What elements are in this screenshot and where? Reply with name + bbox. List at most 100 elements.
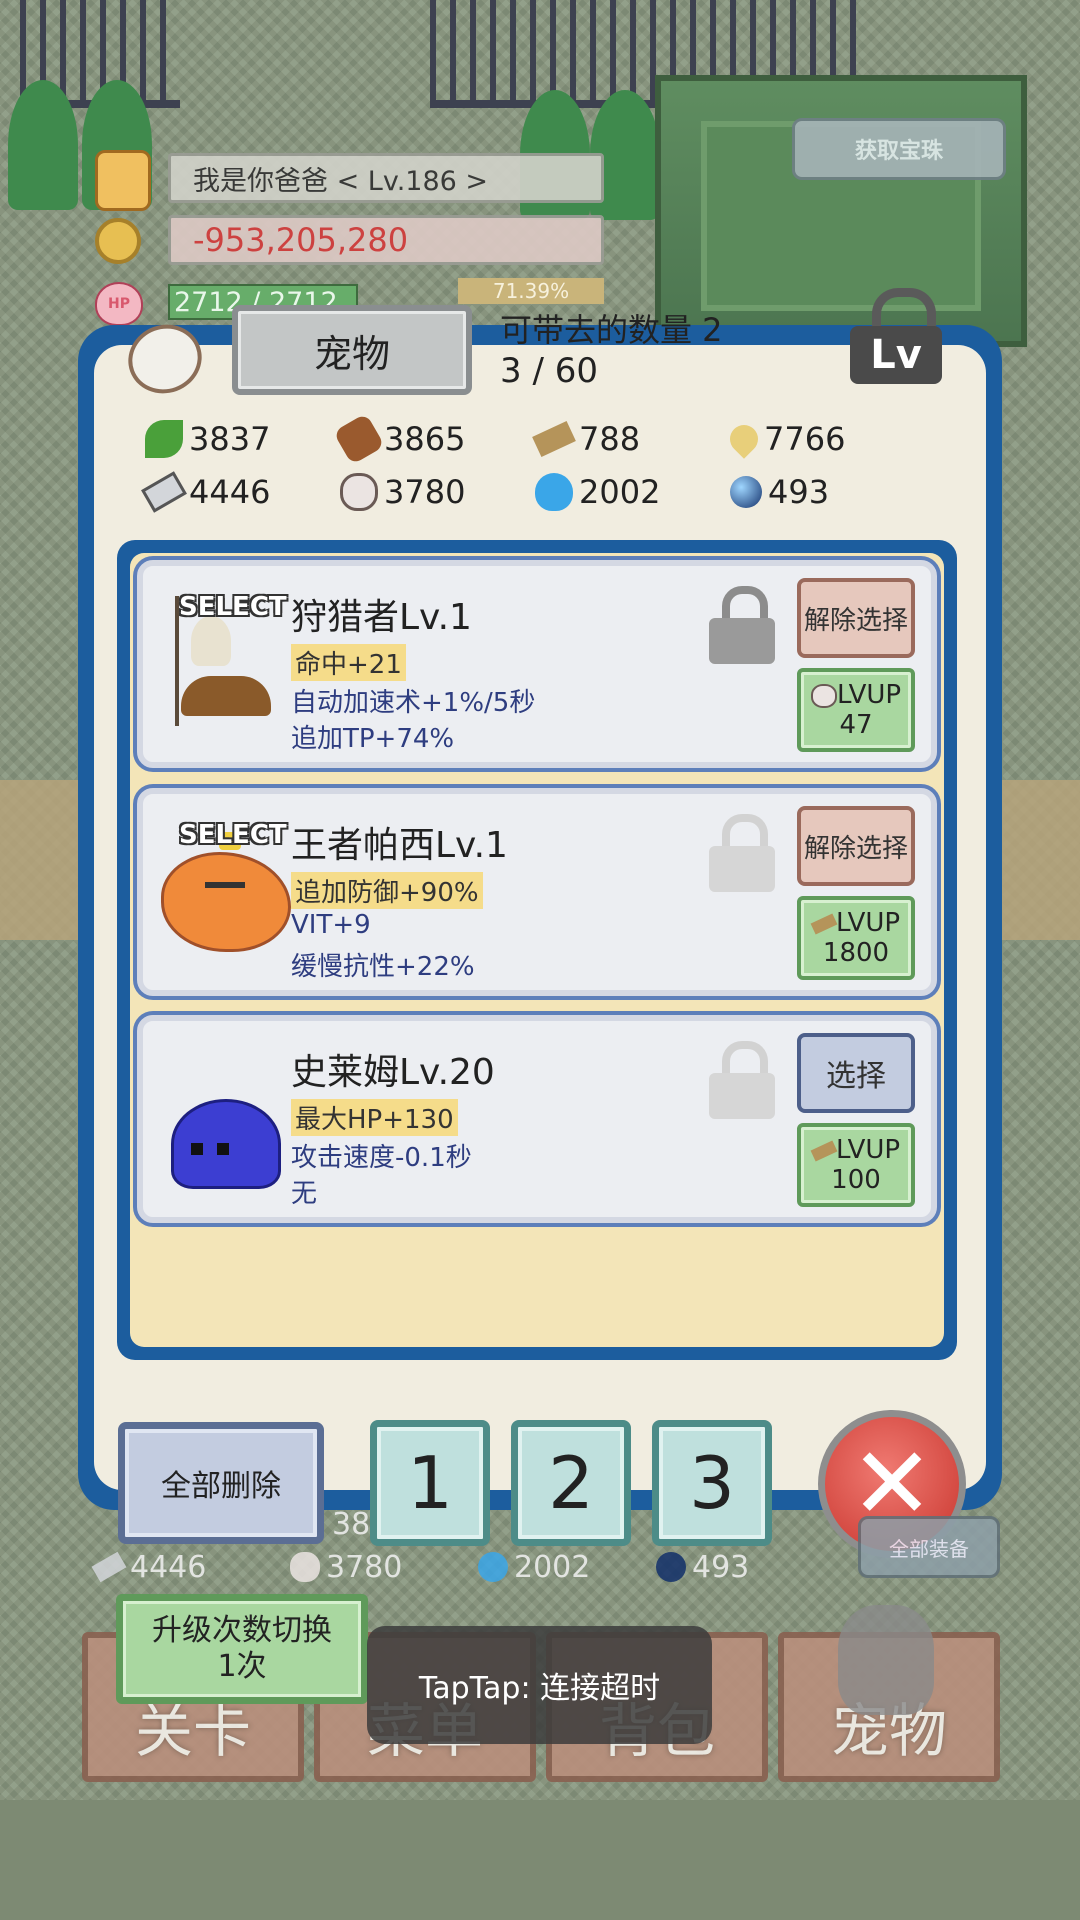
get-gem-button[interactable]: 获取宝珠 <box>792 118 1006 180</box>
drop-icon <box>724 419 764 459</box>
lvup-button[interactable]: LVUP 100 <box>797 1123 915 1207</box>
deselect-button[interactable]: 解除选择 <box>797 578 915 658</box>
bg-partial-number: 38 <box>332 1506 371 1542</box>
plank-icon <box>810 912 838 935</box>
gold-amount: -953,205,280 <box>168 215 604 265</box>
pet-name: 狩猎者Lv.1 <box>291 597 472 638</box>
bg-resource-iron: 4446 <box>91 1547 207 1587</box>
resource-flame: 2002 <box>535 469 730 515</box>
pet-stat-1: 追加防御+90% <box>291 872 483 909</box>
upgrade-toggle-value: 1次 <box>217 1649 267 1684</box>
resource-stone: 3780 <box>340 469 535 515</box>
bg-resource-value: 3780 <box>326 1549 403 1585</box>
resource-value: 493 <box>768 473 830 511</box>
lock-body <box>709 618 775 664</box>
resource-value: 788 <box>579 420 641 458</box>
lock-icon[interactable] <box>709 1041 775 1121</box>
pet-stat-1: 命中+21 <box>291 644 406 681</box>
pet-card-hunter[interactable]: SELECT 狩猎者Lv.1 命中+21 自动加速术+1%/5秒 追加TP+74… <box>137 560 937 768</box>
bg-resource-flame: 2002 <box>478 1547 590 1587</box>
orb-icon <box>656 1552 686 1582</box>
bg-resource-value: 4446 <box>130 1549 207 1585</box>
upgrade-count-toggle-button[interactable]: 升级次数切换 1次 <box>116 1594 368 1704</box>
pet-card-king-paxi[interactable]: SELECT 王者帕西Lv.1 追加防御+90% VIT+9 缓慢抗性+22% … <box>137 788 937 996</box>
selected-tag: SELECT <box>179 592 287 622</box>
lvup-button[interactable]: LVUP 1800 <box>797 896 915 980</box>
delete-all-button[interactable]: 全部删除 <box>118 1422 324 1544</box>
tree <box>8 80 78 210</box>
pet-stat-2: VIT+9 <box>291 910 371 940</box>
loadout-slot-3-button[interactable]: 3 <box>652 1420 772 1546</box>
stone-icon <box>290 1552 320 1582</box>
resource-value: 7766 <box>764 420 846 458</box>
loadout-slot-1-button[interactable]: 1 <box>370 1420 490 1546</box>
equip-all-button[interactable]: 全部装备 <box>858 1516 1000 1578</box>
resource-orb: 493 <box>730 469 925 515</box>
bg-resource-value: 2002 <box>514 1549 591 1585</box>
ground <box>0 1800 1080 1920</box>
loadout-slot-2-button[interactable]: 2 <box>511 1420 631 1546</box>
bg-resource-stone: 3780 <box>290 1547 402 1587</box>
carry-limit-label: 可带去的数量 2 <box>500 311 723 349</box>
plank-icon <box>810 1139 838 1162</box>
iron-ingot-icon <box>91 1551 127 1583</box>
lv-lock-icon: Lv <box>850 326 942 384</box>
level-lock-button[interactable]: Lv <box>850 288 946 388</box>
blue-flame-icon <box>478 1552 508 1582</box>
panel-title: 宠物 <box>232 305 472 395</box>
lvup-text: LVUP <box>835 1135 901 1165</box>
pet-name: 史莱姆Lv.20 <box>291 1052 495 1093</box>
lvup-label: LVUP <box>810 908 901 938</box>
upgrade-toggle-label: 升级次数切换 <box>152 1613 332 1648</box>
hp-icon: HP <box>95 282 143 326</box>
lock-icon[interactable] <box>709 586 775 666</box>
resource-value: 4446 <box>189 473 271 511</box>
lvup-button[interactable]: LVUP 47 <box>797 668 915 752</box>
blue-flame-icon <box>535 473 573 511</box>
deselect-button[interactable]: 解除选择 <box>797 806 915 886</box>
selected-tag: SELECT <box>179 820 287 850</box>
resource-drop: 7766 <box>724 416 925 462</box>
pet-card-slime[interactable]: 史莱姆Lv.20 最大HP+130 攻击速度-0.1秒 无 选择 LVUP 10… <box>137 1015 937 1223</box>
pet-name: 王者帕西Lv.1 <box>291 825 508 866</box>
stone-icon <box>810 683 837 708</box>
lvup-label: LVUP <box>810 1135 901 1165</box>
bg-resource-orb: 493 <box>656 1547 749 1587</box>
pet-stat-3: 无 <box>291 1179 318 1209</box>
skull-icon <box>838 1605 934 1715</box>
pet-count: 3 / 60 <box>500 351 598 391</box>
resource-value: 3837 <box>189 420 271 458</box>
plank-icon <box>532 421 576 457</box>
leaf-icon <box>145 420 183 458</box>
lock-icon[interactable] <box>709 814 775 894</box>
pet-stat-3: 缓慢抗性+22% <box>291 952 475 982</box>
lvup-text: LVUP <box>836 680 902 710</box>
iron-ingot-icon <box>141 471 187 513</box>
stone-icon <box>340 473 378 511</box>
pet-stat-2: 自动加速术+1%/5秒 <box>291 688 536 718</box>
resource-iron: 4446 <box>141 469 340 515</box>
get-gem-label: 获取宝珠 <box>854 139 943 164</box>
lock-body <box>709 846 775 892</box>
lvup-cost: 100 <box>831 1165 881 1195</box>
resource-plank: 788 <box>532 416 730 462</box>
resource-value: 2002 <box>579 473 661 511</box>
resource-row-2: 4446 3780 2002 493 <box>141 469 925 515</box>
player-avatar-icon <box>95 150 151 211</box>
pet-stat-3: 追加TP+74% <box>291 724 455 754</box>
resource-value: 3865 <box>384 420 466 458</box>
lvup-label: LVUP <box>810 680 902 710</box>
pet-stat-2: 攻击速度-0.1秒 <box>291 1143 472 1173</box>
pet-stat-1: 最大HP+130 <box>291 1099 458 1136</box>
lock-body <box>709 1073 775 1119</box>
resource-log: 3865 <box>333 413 535 465</box>
bg-resource-value: 493 <box>692 1549 750 1585</box>
select-button[interactable]: 选择 <box>797 1033 915 1113</box>
resource-leaf: 3837 <box>145 416 340 462</box>
coin-icon <box>95 218 141 264</box>
lvup-text: LVUP <box>835 908 901 938</box>
orb-icon <box>730 476 762 508</box>
resource-value: 3780 <box>384 473 466 511</box>
player-name-level: 我是你爸爸 < Lv.186 > <box>168 153 604 203</box>
log-icon <box>333 413 385 465</box>
